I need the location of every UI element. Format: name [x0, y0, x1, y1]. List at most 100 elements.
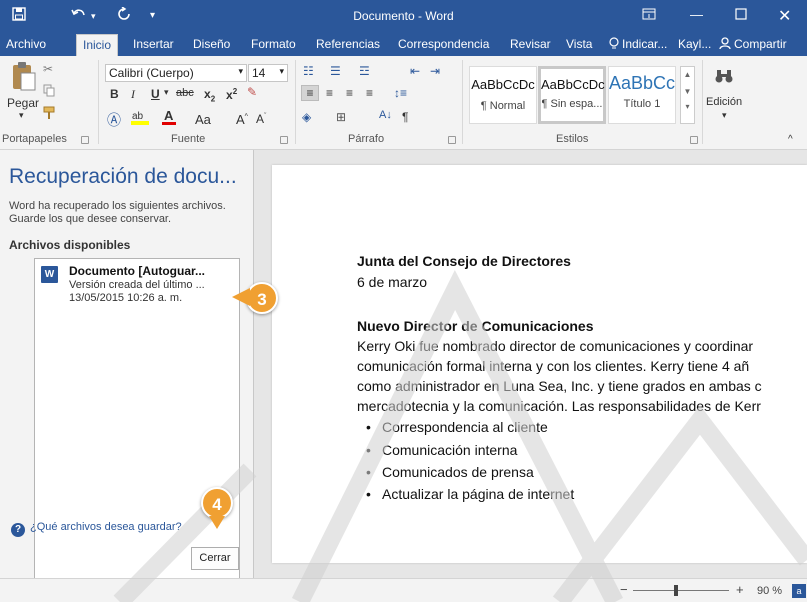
font-name-value: Calibri (Cuerpo)	[109, 66, 194, 80]
user-name[interactable]: Kayl...	[678, 37, 711, 51]
minimize-icon[interactable]: —	[690, 7, 703, 22]
paste-dropdown-icon[interactable]: ▾	[19, 110, 24, 121]
underline-dropdown-icon[interactable]: ▾	[164, 87, 169, 98]
style-heading-1[interactable]: AaBbCc Título 1	[608, 66, 676, 124]
styles-scroll[interactable]: ▲ ▼ ▾	[680, 66, 695, 124]
group-label-clipboard: Portapapeles	[2, 133, 67, 145]
align-center-icon[interactable]: ≡	[326, 86, 333, 100]
doc-bullet: Comunicados de prensa	[366, 464, 534, 480]
editing-button[interactable]: Edición	[706, 96, 742, 108]
shrink-font-icon[interactable]: Aˇ	[256, 112, 266, 126]
multilevel-list-icon[interactable]: ☲	[359, 64, 370, 78]
binoculars-icon[interactable]	[715, 68, 733, 89]
doc-paragraph-line: mercadotecnia y la comunicación. Las res…	[357, 398, 761, 414]
ribbon-tabs: Archivo Inicio Insertar Diseño Formato R…	[0, 32, 807, 56]
paste-button[interactable]: Pegar	[7, 96, 39, 110]
close-button[interactable]: Cerrar	[191, 547, 239, 570]
help-link[interactable]: ? ¿Qué archivos desea guardar?	[11, 521, 182, 537]
numbering-icon[interactable]: ☰	[330, 64, 341, 78]
pilcrow-icon[interactable]: ¶	[402, 110, 408, 124]
line-spacing-icon[interactable]: ↕≡	[394, 86, 407, 100]
font-name-combo[interactable]: Calibri (Cuerpo) ▾	[105, 64, 247, 82]
strikethrough-icon[interactable]: abc	[176, 87, 194, 99]
font-size-combo[interactable]: 14 ▾	[248, 64, 288, 82]
tab-referencias[interactable]: Referencias	[316, 37, 380, 51]
doc-paragraph-line: comunicación formal interna y con los cl…	[357, 358, 750, 374]
underline-icon[interactable]: U	[151, 87, 160, 101]
style-preview: AaBbCcDc	[471, 77, 535, 92]
style-preview: AaBbCcDc	[541, 77, 605, 92]
share-button[interactable]: Compartir	[734, 37, 787, 51]
tell-me-search[interactable]: Indicar...	[622, 37, 667, 51]
group-label-font: Fuente	[171, 133, 206, 145]
copy-icon[interactable]	[43, 84, 55, 100]
title-bar: ▾ ▾ Documento - Word — ✕	[0, 0, 807, 32]
help-link-text: ¿Qué archivos desea guardar?	[30, 521, 182, 533]
zoom-out-icon[interactable]: −	[620, 582, 628, 597]
subscript-icon[interactable]: x2	[204, 87, 215, 103]
collapse-ribbon-icon[interactable]: ^	[788, 134, 793, 145]
zoom-in-icon[interactable]: +	[736, 582, 744, 597]
align-right-icon[interactable]: ≡	[346, 86, 353, 100]
zoom-slider[interactable]	[633, 585, 729, 596]
clipboard-launcher-icon[interactable]	[81, 136, 89, 144]
chevron-down-icon: ▾	[279, 66, 284, 76]
tab-correspondencia[interactable]: Correspondencia	[398, 37, 489, 51]
paragraph-launcher-icon[interactable]	[448, 136, 456, 144]
tab-inicio[interactable]: Inicio	[76, 34, 119, 56]
justify-icon[interactable]: ≡	[366, 86, 373, 100]
bold-icon[interactable]: B	[110, 87, 119, 101]
close-icon[interactable]: ✕	[778, 6, 791, 26]
separator	[295, 60, 296, 144]
document-page[interactable]: Junta del Consejo de Directores 6 de mar…	[272, 165, 807, 563]
zoom-slider-thumb[interactable]	[673, 585, 678, 596]
ribbon-display-icon[interactable]	[642, 8, 656, 23]
svg-text:A: A	[164, 108, 174, 123]
doc-bullet: Comunicación interna	[366, 442, 517, 458]
tab-formato[interactable]: Formato	[251, 37, 296, 51]
bullets-icon[interactable]: ☷	[303, 64, 314, 78]
tab-archivo[interactable]: Archivo	[6, 37, 46, 51]
decrease-indent-icon[interactable]: ⇤	[410, 64, 420, 78]
word-window: ▾ ▾ Documento - Word — ✕ Archivo Inicio …	[0, 0, 807, 602]
shading-icon[interactable]: ◈	[302, 110, 311, 124]
chevron-down-icon[interactable]: ▼	[681, 87, 694, 96]
chevron-up-icon[interactable]: ▲	[681, 70, 694, 79]
recovered-file-item[interactable]: W Documento [Autoguar... Versión creada …	[37, 263, 237, 307]
italic-icon[interactable]: I	[131, 87, 135, 102]
font-color-icon[interactable]: A	[161, 108, 177, 129]
style-normal[interactable]: AaBbCcDc ¶ Normal	[469, 66, 537, 124]
grow-font-icon[interactable]: A^	[236, 112, 248, 127]
style-no-spacing[interactable]: AaBbCcDc ¶ Sin espa...	[538, 66, 606, 124]
font-size-value: 14	[252, 66, 266, 80]
format-painter-icon[interactable]	[42, 106, 56, 123]
separator	[702, 60, 703, 144]
cut-icon[interactable]: ✂	[43, 62, 53, 76]
zoom-percentage[interactable]: 90 %	[757, 585, 782, 597]
borders-icon[interactable]: ⊞	[336, 110, 346, 124]
sort-icon[interactable]: A↓	[379, 109, 392, 121]
doc-subheading: Nuevo Director de Comunicaciones	[357, 318, 594, 334]
align-left-icon[interactable]: ≡	[301, 85, 319, 101]
change-case-icon[interactable]: Aa	[195, 112, 211, 127]
doc-paragraph-line: Kerry Oki fue nombrado director de comun…	[357, 338, 754, 354]
document-area: Junta del Consejo de Directores 6 de mar…	[255, 150, 807, 578]
tab-diseno[interactable]: Diseño	[193, 37, 230, 51]
superscript-icon[interactable]: x2	[226, 87, 237, 102]
clear-formatting-icon[interactable]: ✎	[247, 85, 257, 99]
doc-paragraph-line: como administrador en Luna Sea, Inc. y t…	[357, 378, 762, 394]
tab-vista[interactable]: Vista	[566, 37, 592, 51]
font-launcher-icon[interactable]	[280, 136, 288, 144]
maximize-icon[interactable]	[735, 8, 747, 23]
chevron-down-icon[interactable]: ▾	[722, 110, 727, 121]
styles-launcher-icon[interactable]	[690, 136, 698, 144]
text-effects-icon[interactable]: Ⓐ	[107, 110, 121, 130]
more-styles-icon[interactable]: ▾	[681, 102, 694, 111]
increase-indent-icon[interactable]: ⇥	[430, 64, 440, 78]
word-doc-icon: W	[41, 266, 58, 283]
highlight-color-icon[interactable]: ab	[130, 108, 150, 129]
paste-icon[interactable]	[11, 61, 37, 96]
tab-revisar[interactable]: Revisar	[510, 37, 551, 51]
doc-bullet: Actualizar la página de internet	[366, 486, 574, 502]
tab-insertar[interactable]: Insertar	[133, 37, 174, 51]
